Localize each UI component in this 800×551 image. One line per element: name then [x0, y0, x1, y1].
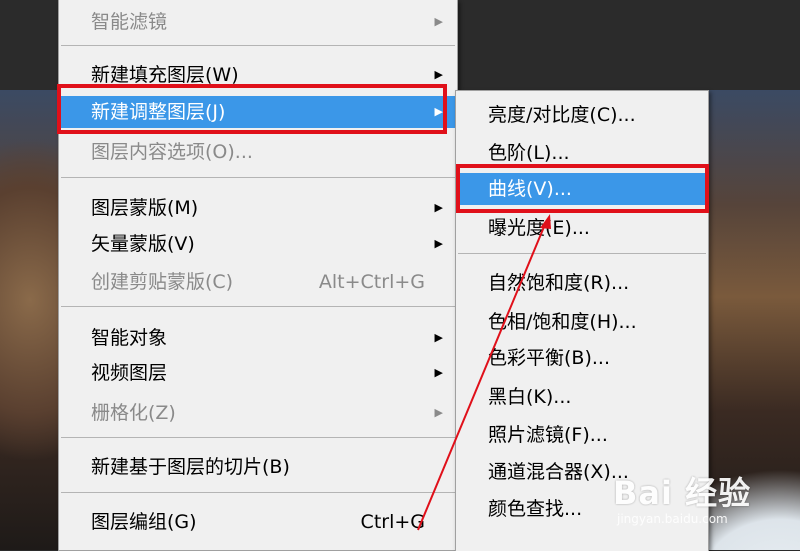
submenu-item-exposure[interactable]: 曝光度(E)... [458, 212, 706, 244]
baidu-jingyan-watermark: Bai 经验 jingyan.baidu.com [613, 468, 751, 526]
menu-item-smart-object[interactable]: 智能对象 ▶ [61, 322, 455, 354]
submenu-item-photo-filter[interactable]: 照片滤镜(F)... [458, 419, 706, 451]
menu-item-label: 通道混合器(X)... [488, 461, 629, 483]
menu-item-new-adjustment-layer[interactable]: 新建调整图层(J) ▶ [61, 96, 455, 128]
menu-item-label: 曲线(V)... [488, 178, 572, 200]
submenu-item-curves[interactable]: 曲线(V)... [458, 173, 706, 205]
menu-separator [458, 253, 706, 254]
menu-item-layer-content-options: 图层内容选项(O)... [61, 136, 455, 168]
submenu-arrow-icon: ▶ [434, 68, 443, 81]
submenu-item-brightness-contrast[interactable]: 亮度/对比度(C)... [458, 99, 706, 131]
menu-item-vector-mask[interactable]: 矢量蒙版(V) ▶ [61, 228, 455, 260]
submenu-item-vibrance[interactable]: 自然饱和度(R)... [458, 267, 706, 299]
menu-item-label: 栅格化(Z) [91, 402, 176, 424]
menu-separator [61, 177, 455, 178]
menu-item-label: 矢量蒙版(V) [91, 233, 195, 255]
submenu-arrow-icon: ▶ [434, 201, 443, 214]
menu-item-label: 新建基于图层的切片(B) [91, 456, 290, 478]
submenu-arrow-icon: ▶ [434, 237, 443, 250]
menu-item-label: 图层内容选项(O)... [91, 141, 253, 163]
submenu-arrow-icon: ▶ [434, 331, 443, 344]
menu-item-label: 色阶(L)... [488, 142, 570, 164]
menu-item-new-fill-layer[interactable]: 新建填充图层(W) ▶ [61, 59, 455, 91]
menu-item-label: 新建调整图层(J) [91, 101, 226, 123]
menu-item-label: 颜色查找... [488, 498, 583, 520]
menu-item-smart-filter: 智能滤镜 ▶ [61, 6, 455, 38]
menu-separator [61, 492, 455, 493]
watermark-url: jingyan.baidu.com [617, 512, 728, 526]
menu-item-label: 智能对象 [91, 327, 168, 349]
menu-item-layer-mask[interactable]: 图层蒙版(M) ▶ [61, 192, 455, 224]
menu-item-label: 黑白(K)... [488, 386, 572, 408]
menu-item-new-layer-based-slice[interactable]: 新建基于图层的切片(B) [61, 451, 455, 483]
menu-item-video-layer[interactable]: 视频图层 ▶ [61, 357, 455, 389]
menu-item-label: 创建剪贴蒙版(C) [91, 271, 234, 293]
menu-item-label: 新建填充图层(W) [91, 64, 239, 86]
menu-item-label: 图层编组(G) [91, 511, 197, 533]
watermark-brand: Bai 经验 [613, 474, 752, 512]
submenu-arrow-icon: ▶ [434, 406, 443, 419]
menu-item-label: 色彩平衡(B)... [488, 347, 610, 369]
menu-item-label: 自然饱和度(R)... [488, 272, 630, 294]
submenu-item-hue-saturation[interactable]: 色相/饱和度(H)... [458, 306, 706, 338]
layer-menu: 智能滤镜 ▶ 新建填充图层(W) ▶ 新建调整图层(J) ▶ 图层内容选项(O)… [58, 0, 458, 551]
menu-item-label: 亮度/对比度(C)... [488, 104, 636, 126]
menu-item-create-clipping-mask: 创建剪贴蒙版(C) Alt+Ctrl+G [61, 266, 455, 298]
shortcut-label: Alt+Ctrl+G [318, 271, 425, 293]
submenu-arrow-icon: ▶ [434, 366, 443, 379]
menu-item-label: 智能滤镜 [91, 11, 168, 33]
menu-item-label: 色相/饱和度(H)... [488, 311, 637, 333]
shortcut-label: Ctrl+G [360, 511, 425, 533]
menu-item-group-layers[interactable]: 图层编组(G) Ctrl+G [61, 506, 455, 538]
menu-separator [61, 45, 455, 46]
menu-item-label: 视频图层 [91, 362, 168, 384]
submenu-item-levels[interactable]: 色阶(L)... [458, 137, 706, 169]
menu-item-label: 图层蒙版(M) [91, 197, 199, 219]
menu-item-label: 照片滤镜(F)... [488, 424, 608, 446]
menu-item-label: 曝光度(E)... [488, 217, 590, 239]
menu-separator [61, 306, 455, 307]
submenu-item-color-balance[interactable]: 色彩平衡(B)... [458, 342, 706, 374]
submenu-arrow-icon: ▶ [434, 15, 443, 28]
menu-item-rasterize: 栅格化(Z) ▶ [61, 397, 455, 429]
submenu-arrow-icon: ▶ [434, 105, 443, 118]
submenu-item-black-white[interactable]: 黑白(K)... [458, 381, 706, 413]
menu-separator [61, 437, 455, 438]
